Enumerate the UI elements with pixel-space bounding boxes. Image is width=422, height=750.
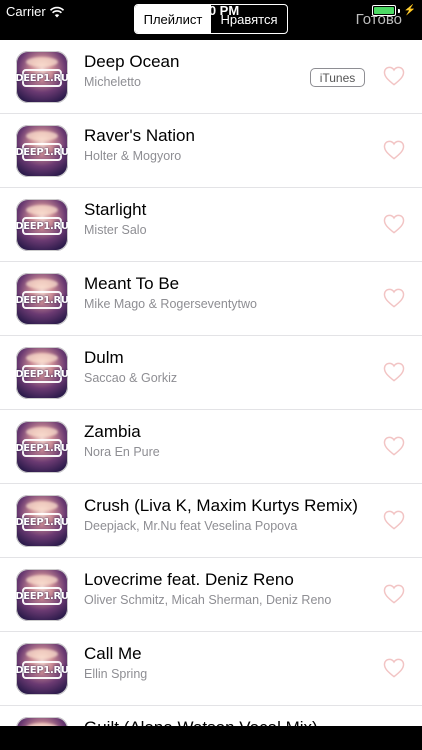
album-artwork: DEEP1.RU: [16, 495, 68, 547]
artwork-logo-text: DEEP1.RU: [16, 368, 68, 380]
track-row[interactable]: DEEP1.RU Guilt (Alana Watson Vocal Mix): [0, 706, 422, 726]
heart-outline-icon[interactable]: [383, 510, 405, 530]
carrier-label: Carrier: [6, 4, 46, 19]
artwork-logo-text: DEEP1.RU: [16, 590, 68, 602]
artwork-logo-text: DEEP1.RU: [16, 516, 68, 528]
album-artwork: DEEP1.RU: [16, 273, 68, 325]
deep1-logo: DEEP1.RU: [16, 367, 68, 381]
top-bar: Carrier 12:50 PM Плейлист Нравятся ⚡ Гот…: [0, 0, 422, 40]
track-title: Deep Ocean: [84, 52, 180, 71]
track-title: Lovecrime feat. Deniz Reno: [84, 570, 294, 589]
track-artist: Oliver Schmitz, Micah Sherman, Deniz Ren…: [84, 593, 332, 607]
deep1-logo: DEEP1.RU: [16, 293, 68, 307]
track-row[interactable]: DEEP1.RU Meant To Be Mike Mago & Rogerseve…: [0, 262, 422, 336]
track-title: Zambia: [84, 422, 141, 441]
deep1-logo: DEEP1.RU: [16, 71, 68, 85]
segment-liked[interactable]: Нравятся: [211, 5, 287, 33]
track-artist: Holter & Mogyoro: [84, 149, 182, 163]
deep1-logo: DEEP1.RU: [16, 145, 68, 159]
track-artist: Nora En Pure: [84, 445, 160, 459]
track-row[interactable]: DEEP1.RU Starlight Mister Salo: [0, 188, 422, 262]
artwork-logo-text: DEEP1.RU: [16, 442, 68, 454]
track-title: Call Me: [84, 644, 142, 663]
segmented-control: Плейлист Нравятся: [134, 4, 288, 34]
artwork-logo-text: DEEP1.RU: [16, 146, 68, 158]
track-artist: Deepjack, Mr.Nu feat Veselina Popova: [84, 519, 298, 533]
artwork-glow: [26, 501, 58, 511]
track-title: Starlight: [84, 200, 147, 219]
track-artist: Ellin Spring: [84, 667, 148, 681]
deep1-logo: DEEP1.RU: [16, 663, 68, 677]
track-row[interactable]: DEEP1.RU Deep Ocean Micheletto iTunes: [0, 40, 422, 114]
album-artwork: DEEP1.RU: [16, 125, 68, 177]
artwork-logo-text: DEEP1.RU: [16, 72, 68, 84]
segment-playlist[interactable]: Плейлист: [135, 5, 211, 33]
carrier-indicator: Carrier: [6, 4, 64, 19]
artwork-glow: [26, 575, 58, 585]
track-row[interactable]: DEEP1.RU Raver's Nation Holter & Mogyoro: [0, 114, 422, 188]
itunes-button[interactable]: iTunes: [310, 68, 365, 87]
album-artwork: DEEP1.RU: [16, 421, 68, 473]
track-title: Raver's Nation: [84, 126, 195, 145]
album-artwork: DEEP1.RU: [16, 347, 68, 399]
track-row[interactable]: DEEP1.RU Crush (Liva K, Maxim Kurtys Remi…: [0, 484, 422, 558]
artwork-glow: [26, 649, 58, 659]
track-row[interactable]: DEEP1.RU Lovecrime feat. Deniz Reno Oliver…: [0, 558, 422, 632]
charging-bolt-icon: ⚡: [403, 5, 416, 16]
done-button[interactable]: Готово: [356, 11, 402, 28]
track-row[interactable]: DEEP1.RU Dulm Saccao & Gorkiz: [0, 336, 422, 410]
artwork-logo-text: DEEP1.RU: [16, 664, 68, 676]
artwork-glow: [26, 131, 58, 141]
track-row[interactable]: DEEP1.RU Call Me Ellin Spring: [0, 632, 422, 706]
track-list: DEEP1.RU Deep Ocean Micheletto iTunes DEEP1.…: [0, 40, 422, 726]
wifi-icon: [49, 6, 64, 17]
artwork-logo-text: DEEP1.RU: [16, 294, 68, 306]
bottom-bar: [0, 726, 422, 750]
album-artwork: DEEP1.RU: [16, 569, 68, 621]
deep1-logo: DEEP1.RU: [16, 589, 68, 603]
album-artwork: DEEP1.RU: [16, 199, 68, 251]
heart-outline-icon[interactable]: [383, 66, 405, 86]
heart-outline-icon[interactable]: [383, 288, 405, 308]
heart-outline-icon[interactable]: [383, 436, 405, 456]
album-artwork: DEEP1.RU: [16, 51, 68, 103]
track-artist: Saccao & Gorkiz: [84, 371, 178, 385]
artwork-logo-text: DEEP1.RU: [16, 220, 68, 232]
heart-outline-icon[interactable]: [383, 584, 405, 604]
artwork-glow: [26, 205, 58, 215]
track-artist: Micheletto: [84, 75, 141, 89]
track-title: Crush (Liva K, Maxim Kurtys Remix): [84, 496, 358, 515]
deep1-logo: DEEP1.RU: [16, 219, 68, 233]
heart-outline-icon[interactable]: [383, 658, 405, 678]
deep1-logo: DEEP1.RU: [16, 515, 68, 529]
track-artist: Mister Salo: [84, 223, 147, 237]
heart-outline-icon[interactable]: [383, 362, 405, 382]
artwork-glow: [26, 427, 58, 437]
track-title: Meant To Be: [84, 274, 180, 293]
album-artwork: DEEP1.RU: [16, 643, 68, 695]
deep1-logo: DEEP1.RU: [16, 441, 68, 455]
heart-outline-icon[interactable]: [383, 214, 405, 234]
track-row[interactable]: DEEP1.RU Zambia Nora En Pure: [0, 410, 422, 484]
track-title: Guilt (Alana Watson Vocal Mix): [84, 718, 318, 726]
track-artist: Mike Mago & Rogerseventytwo: [84, 297, 257, 311]
track-title: Dulm: [84, 348, 124, 367]
artwork-glow: [26, 57, 58, 67]
artwork-glow: [26, 279, 58, 289]
heart-outline-icon[interactable]: [383, 140, 405, 160]
album-artwork: DEEP1.RU: [16, 717, 68, 726]
artwork-glow: [26, 353, 58, 363]
